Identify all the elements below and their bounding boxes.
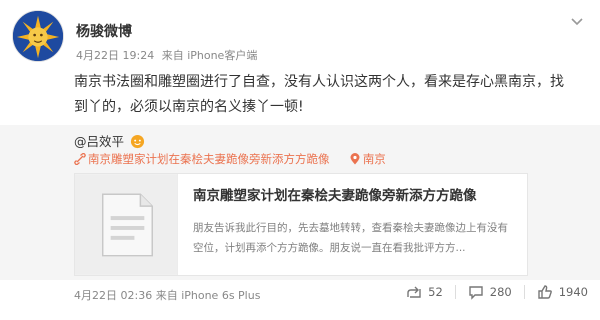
article-summary: 朋友告诉我此行目的，先去墓地转转，查看秦桧夫妻跪像边上有没有空位，计划再添个方方… (193, 222, 508, 254)
share-icon (406, 284, 422, 300)
link-icon (74, 153, 86, 165)
location-label: 南京 (362, 152, 386, 166)
article-link-label: 南京雕塑家计划在秦桧夫妻跪像旁新添方方跪像 (88, 152, 330, 166)
article-thumbnail (75, 174, 178, 275)
repost-meta: 4月22日 02:36 来自 iPhone 6s Plus (74, 287, 260, 303)
avatar[interactable] (12, 10, 64, 62)
divider (454, 285, 456, 299)
location-icon (349, 153, 361, 165)
repost-count: 52 (428, 285, 443, 299)
location-tag[interactable]: 南京 (349, 151, 386, 167)
repost-author[interactable]: @吕效平 (74, 134, 124, 149)
repost-source: 来自 iPhone 6s Plus (155, 289, 261, 302)
article-card[interactable]: 南京雕塑家计划在秦桧夫妻跪像旁新添方方跪像 朋友告诉我此行目的，先去墓地转转，查… (74, 173, 528, 276)
post-meta: 4月22日 19:24 来自 iPhone客户端 (76, 47, 261, 63)
action-bar: 52 280 1940 (406, 284, 588, 300)
divider (523, 285, 525, 299)
comment-count: 280 (489, 285, 512, 299)
chevron-down-icon[interactable] (568, 12, 586, 30)
repost-button[interactable]: 52 (406, 284, 443, 300)
like-count: 1940 (558, 285, 588, 299)
repost-header: @吕效平 (74, 131, 145, 150)
post-date[interactable]: 4月22日 19:24 (76, 49, 154, 62)
post-text-line: 南京书法圈和雕塑圈进行了自查，没有人认识这两个人，看来是存心黑南京，找 (74, 74, 564, 90)
article-link-tag[interactable]: 南京雕塑家计划在秦桧夫妻跪像旁新添方方跪像 (74, 151, 330, 167)
article-title: 南京雕塑家计划在秦桧夫妻跪像旁新添方方跪像 (193, 188, 477, 204)
post-text-line: 到丫的，必须以南京的名义揍丫一顿! (74, 99, 304, 115)
post-source: 来自 iPhone客户端 (161, 49, 258, 62)
thumbs-up-icon (537, 284, 553, 300)
like-button[interactable]: 1940 (537, 284, 588, 300)
weibo-post-card: 杨骏微博 4月22日 19:24 来自 iPhone客户端 南京书法圈和雕塑圈进… (0, 0, 600, 320)
verified-badge-icon (130, 134, 145, 149)
author-name[interactable]: 杨骏微博 (76, 21, 132, 41)
repost-block: @吕效平 南京雕塑家计划在秦桧夫妻跪像旁新添方方跪像 南京 南京雕塑家计划在秦桧… (0, 125, 600, 280)
repost-date[interactable]: 4月22日 02:36 (74, 289, 152, 302)
post-text: 南京书法圈和雕塑圈进行了自查，没有人认识这两个人，看来是存心黑南京，找 到丫的，… (74, 70, 589, 120)
comment-button[interactable]: 280 (468, 284, 512, 300)
repost-tags: 南京雕塑家计划在秦桧夫妻跪像旁新添方方跪像 南京 (74, 151, 386, 168)
comment-icon (468, 284, 484, 300)
